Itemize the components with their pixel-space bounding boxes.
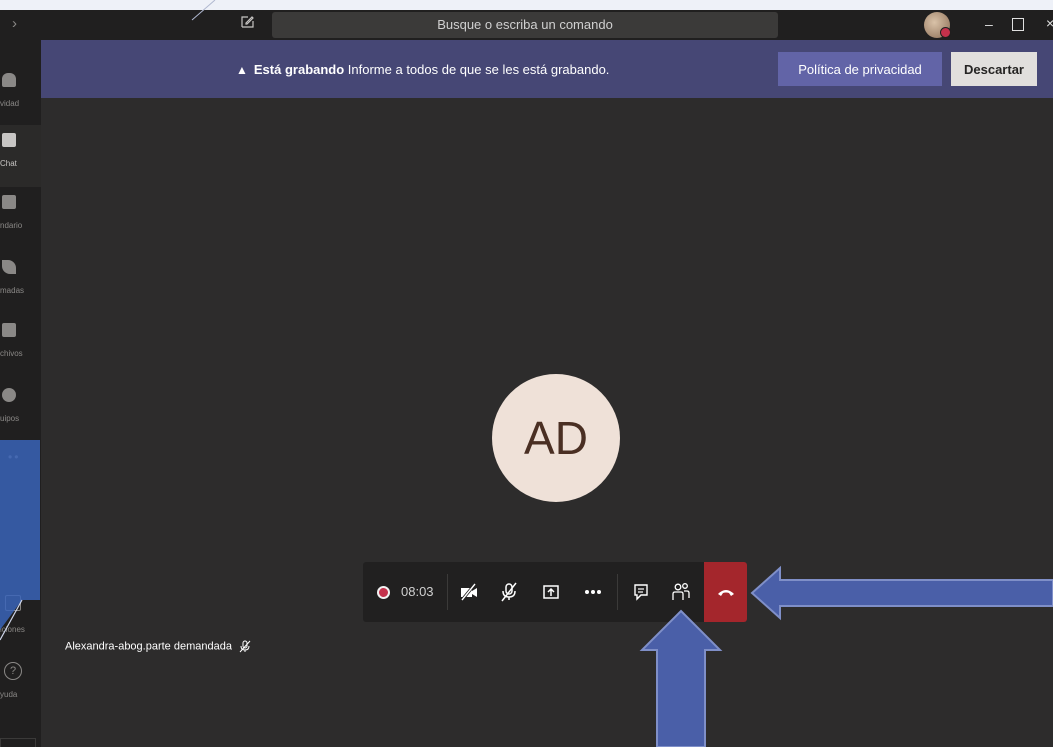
app-bar: vidad Chat ndario madas chivos uipos •• … [0,40,41,747]
hang-up-button[interactable] [704,562,747,622]
recording-title: Está grabando [253,62,345,77]
more-apps-icon[interactable]: •• [8,450,20,464]
privacy-policy-button[interactable]: Política de privacidad [778,52,942,86]
more-options-icon [585,590,601,594]
camera-off-icon [460,583,477,601]
participants-icon [672,583,690,600]
maximize-button[interactable] [1012,18,1024,31]
recording-description: Informe a todos de que se les está graba… [344,62,610,77]
more-options-button[interactable] [573,562,613,622]
dismiss-button[interactable]: Descartar [951,52,1037,86]
phone-icon [2,260,16,274]
call-controls: 08:03 [363,562,747,622]
device-button[interactable] [0,738,36,747]
camera-toggle-button[interactable] [451,562,487,622]
file-icon [2,323,16,337]
sidebar-item-activity[interactable]: vidad [0,65,41,127]
participant-name-label: Alexandra-abog.parte demandada [65,640,251,653]
call-timer: 08:03 [401,584,434,599]
sidebar-item-label: madas [0,286,25,295]
teams-window: › Busque o escriba un comando – × vidad … [0,10,1053,747]
teams-icon [2,388,16,402]
divider [617,574,618,610]
recording-indicator-icon [377,586,390,599]
sidebar-item-label: vidad [0,99,20,108]
recording-message: ▲ Está grabando Informe a todos de que se… [236,62,609,77]
chat-icon [2,133,16,147]
bell-icon [2,73,16,87]
warning-icon: ▲ [236,63,248,77]
participant-name: Alexandra-abog.parte demandada [65,640,232,653]
share-screen-button[interactable] [531,562,571,622]
sidebar-item-files[interactable]: chivos [0,315,41,377]
compose-icon[interactable] [240,14,255,33]
minimize-button[interactable]: – [985,16,993,32]
hang-up-icon [717,590,734,596]
participants-button[interactable] [661,562,701,622]
chat-button[interactable] [621,562,661,622]
sidebar-item-label: ndario [0,221,23,230]
sidebar-item-calls[interactable]: madas [0,252,41,314]
recording-banner: ▲ Está grabando Informe a todos de que se… [41,40,1053,98]
mic-off-icon [501,582,517,602]
help-label: yuda [0,690,18,699]
back-icon[interactable]: › [12,15,17,32]
sidebar-item-label: chivos [0,349,23,358]
chat-icon [634,584,648,601]
sidebar-item-label: uipos [0,414,20,423]
close-button[interactable]: × [1046,15,1053,31]
participant-avatar: AD [492,374,620,502]
sidebar-item-teams[interactable]: uipos [0,380,41,442]
title-bar: › Busque o escriba un comando – × [0,10,1053,40]
presence-busy-icon [940,27,951,38]
apps-label: iciones [0,625,25,634]
calendar-icon [2,195,16,209]
sidebar-item-calendar[interactable]: ndario [0,187,41,249]
search-input[interactable]: Busque o escriba un comando [272,12,778,38]
divider [447,574,448,610]
apps-icon[interactable] [5,595,21,611]
mic-off-icon [239,640,251,653]
mic-toggle-button[interactable] [487,562,531,622]
sidebar-item-label: Chat [0,159,17,168]
help-icon[interactable]: ? [4,662,22,680]
share-screen-icon [543,585,559,599]
sidebar-item-chat[interactable]: Chat [0,125,41,187]
